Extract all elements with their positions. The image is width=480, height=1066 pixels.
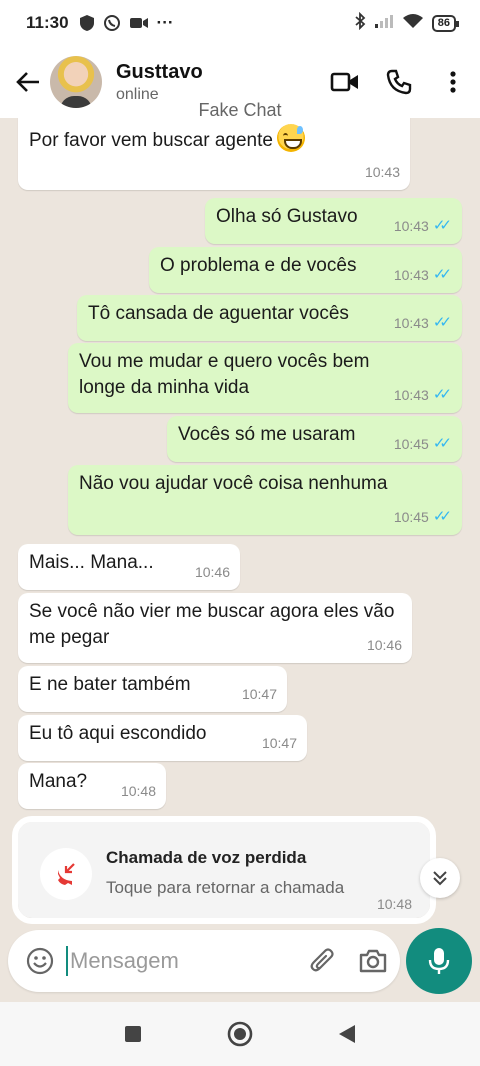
missed-call-icon (40, 848, 92, 900)
message-time: 10:43 (364, 164, 400, 180)
video-notif-icon (129, 16, 149, 30)
shield-icon (79, 14, 95, 32)
message-time: 10:46 (194, 564, 230, 580)
signal-icon (374, 13, 394, 34)
message-time: 10:45 (393, 436, 429, 452)
message-input[interactable] (66, 946, 286, 976)
missed-call-time: 10:48 (376, 896, 412, 912)
recents-icon[interactable] (108, 1009, 158, 1059)
more-vert-icon[interactable] (426, 60, 480, 104)
message-incoming[interactable]: Mais... Mana... 10:46 (18, 544, 240, 590)
read-ticks-icon: ✓✓ (432, 435, 452, 452)
emoji-icon[interactable] (14, 935, 66, 987)
message-time: 10:45 (393, 509, 429, 525)
message-text: Por favor vem buscar agente (29, 130, 273, 151)
wifi-icon (402, 13, 424, 34)
missed-call-card[interactable]: Chamada de voz perdida Toque para retorn… (12, 816, 436, 924)
message-outgoing[interactable]: Vou me mudar e quero vocês bem longe da … (68, 343, 462, 413)
message-outgoing[interactable]: Olha só Gustavo 10:43 ✓✓ (205, 198, 462, 244)
contact-name: Gusttavo (116, 60, 203, 83)
message-time: 10:47 (241, 686, 277, 702)
video-call-icon[interactable] (318, 60, 372, 104)
message-text: Se você não vier me buscar agora eles vã… (29, 601, 395, 648)
back-arrow-icon[interactable] (6, 60, 50, 104)
message-time: 10:43 (393, 218, 429, 234)
mic-icon (428, 948, 450, 974)
read-ticks-icon: ✓✓ (432, 508, 452, 525)
message-time: 10:46 (366, 637, 402, 653)
battery-icon: 86 (431, 14, 460, 32)
system-nav-bar (0, 1002, 480, 1066)
message-text: Eu tô aqui escondido (29, 723, 207, 744)
message-incoming[interactable]: E ne bater também 10:47 (18, 666, 287, 712)
message-time: 10:47 (261, 735, 297, 751)
status-bar: 11:30 ··· 86 (0, 0, 480, 46)
message-incoming[interactable]: Por favor vem buscar agente 10:43 (18, 118, 410, 190)
camera-icon[interactable] (348, 936, 398, 986)
read-ticks-icon: ✓✓ (432, 217, 452, 234)
read-ticks-icon: ✓✓ (432, 314, 452, 331)
message-incoming[interactable]: Eu tô aqui escondido 10:47 (18, 715, 307, 761)
message-time: 10:43 (393, 267, 429, 283)
message-text: E ne bater também (29, 674, 191, 695)
message-incoming[interactable]: Mana? 10:48 (18, 763, 166, 809)
double-chevron-down-icon (433, 871, 447, 886)
message-outgoing[interactable]: O problema e de vocês 10:43 ✓✓ (149, 247, 462, 293)
attach-icon[interactable] (298, 936, 348, 986)
missed-call-title: Chamada de voz perdida (106, 848, 307, 867)
message-text: Não vou ajudar você coisa nenhuma (79, 473, 388, 494)
phone-icon[interactable] (372, 60, 426, 104)
whatsapp-icon (103, 14, 121, 32)
missed-call-subtitle: Toque para retornar a chamada (106, 878, 345, 897)
watermark-label: Fake Chat (198, 100, 282, 120)
message-time: 10:43 (393, 387, 429, 403)
home-icon[interactable] (215, 1009, 265, 1059)
message-outgoing[interactable]: Não vou ajudar você coisa nenhuma 10:45 ✓… (68, 465, 462, 535)
read-ticks-icon: ✓✓ (432, 266, 452, 283)
scroll-to-bottom-button[interactable] (420, 858, 460, 898)
message-outgoing[interactable]: Tô cansada de aguentar vocês 10:43 ✓✓ (77, 295, 462, 341)
message-time: 10:48 (120, 783, 156, 799)
grinning-sweat-emoji-icon (276, 124, 305, 152)
contact-info[interactable]: Gusttavo online (116, 61, 203, 104)
mic-button[interactable] (406, 928, 472, 994)
read-ticks-icon: ✓✓ (432, 386, 452, 403)
chat-area[interactable]: Por favor vem buscar agente 10:43 Olha s… (0, 118, 480, 926)
more-notifications: ··· (156, 13, 174, 32)
message-incoming[interactable]: Se você não vier me buscar agora eles vã… (18, 593, 412, 663)
message-outgoing[interactable]: Vocês só me usaram 10:45 ✓✓ (167, 416, 462, 462)
message-time: 10:43 (393, 315, 429, 331)
message-text: Vou me mudar e quero vocês bem longe da … (79, 351, 370, 398)
message-composer (8, 930, 400, 992)
back-nav-icon[interactable] (322, 1009, 372, 1059)
status-time: 11:30 (26, 13, 69, 32)
bluetooth-icon (354, 11, 366, 35)
